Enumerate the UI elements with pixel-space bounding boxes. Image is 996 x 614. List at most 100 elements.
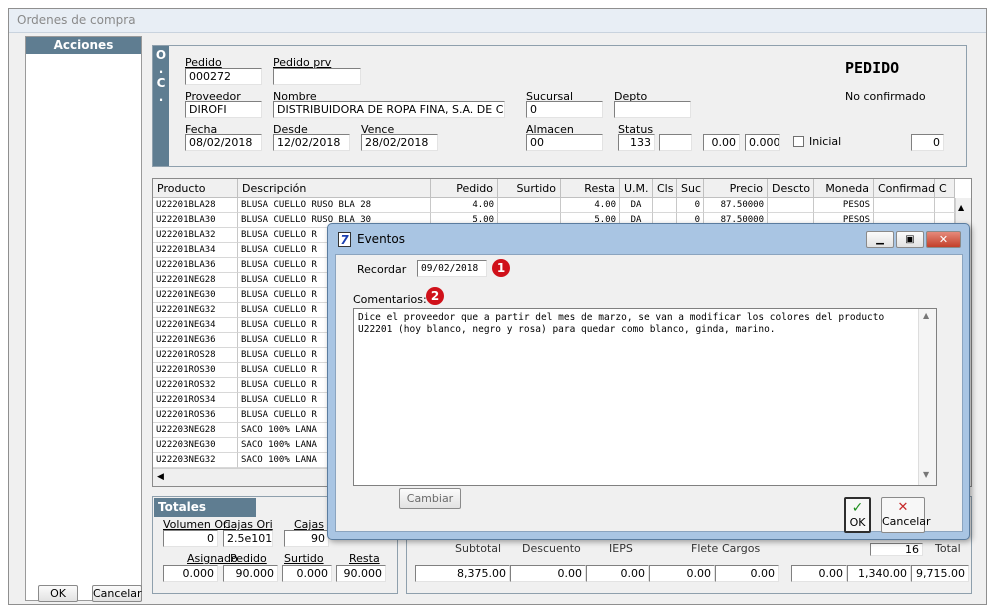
cajas-ori-field[interactable]: 2.5e101 xyxy=(223,530,273,547)
cell-producto: U22201BLA36 xyxy=(153,258,238,273)
oc-letter-o: O xyxy=(155,48,167,62)
ok-button[interactable]: OK xyxy=(38,585,78,602)
actions-title: Acciones xyxy=(26,37,141,54)
cargos-field[interactable]: 0.00 xyxy=(715,565,779,582)
dialog-app-icon: 7 xyxy=(338,232,351,247)
close-button[interactable]: ✕ xyxy=(926,231,961,248)
col-producto[interactable]: Producto xyxy=(153,179,238,198)
total-field[interactable]: 9,715.00 xyxy=(911,565,969,582)
col-precio[interactable]: Precio xyxy=(704,179,768,198)
cell-producto: U22201BLA32 xyxy=(153,228,238,243)
nombre-field[interactable]: DISTRIBUIDORA DE ROPA FINA, S.A. DE C.V xyxy=(273,101,505,118)
cell-surtido xyxy=(498,198,561,213)
cell-producto: U22201ROS30 xyxy=(153,363,238,378)
col-cls[interactable]: Cls xyxy=(653,179,677,198)
cell-producto: U22201ROS34 xyxy=(153,393,238,408)
inicial-count-field[interactable]: 0 xyxy=(911,134,944,151)
comment-text: Dice el proveedor que a partir del mes d… xyxy=(358,312,885,335)
cell-producto: U22201BLA34 xyxy=(153,243,238,258)
cell-producto: U22201NEG30 xyxy=(153,288,238,303)
iva-field[interactable]: 1,340.00 xyxy=(847,565,911,582)
col-confirmado[interactable]: Confirmado xyxy=(874,179,935,198)
asignado-field[interactable]: 0.000 xyxy=(163,565,218,582)
col-c[interactable]: C xyxy=(935,179,955,198)
surtido-total-field[interactable]: 0.000 xyxy=(282,565,332,582)
ieps-field[interactable]: 0.00 xyxy=(586,565,649,582)
vence-field[interactable]: 28/02/2018 xyxy=(361,134,438,151)
almacen-field[interactable]: 00 xyxy=(526,134,603,151)
resta-total-field[interactable]: 90.000 xyxy=(336,565,386,582)
descuento-field[interactable]: 0.00 xyxy=(510,565,586,582)
inicial-label: Inicial xyxy=(809,135,842,148)
badge-2: 2 xyxy=(426,287,444,305)
cell-producto: U22201ROS28 xyxy=(153,348,238,363)
subtotal-label: Subtotal xyxy=(455,542,502,555)
pedido-total-field[interactable]: 90.000 xyxy=(223,565,278,582)
sucursal-field[interactable]: 0 xyxy=(526,101,603,118)
cancel-button[interactable]: Cancelar xyxy=(92,585,142,602)
pedido-prv-field[interactable] xyxy=(273,68,361,85)
cell-suc: 0 xyxy=(677,198,704,213)
col-resta[interactable]: Resta xyxy=(561,179,620,198)
col-pedido[interactable]: Pedido xyxy=(431,179,498,198)
flete-field[interactable]: 0.00 xyxy=(649,565,715,582)
dialog-cancel-button[interactable]: ✕ Cancelar xyxy=(881,497,931,533)
iva-rate-field[interactable]: 16 xyxy=(870,543,923,556)
retencion-field[interactable]: 0.00 xyxy=(791,565,847,582)
cell-confirmado xyxy=(874,198,935,213)
cell-c xyxy=(935,198,955,213)
cell-producto: U22201BLA30 xyxy=(153,213,238,228)
col-moneda[interactable]: Moneda xyxy=(814,179,874,198)
totals-title: Totales xyxy=(154,498,256,517)
blank-field[interactable] xyxy=(659,134,692,151)
cell-precio: 87.50000 xyxy=(704,198,768,213)
scroll-up-icon[interactable]: ▲ xyxy=(923,311,929,320)
depto-field[interactable] xyxy=(614,101,691,118)
minimize-button[interactable]: ▁ xyxy=(866,231,894,248)
pedido-field[interactable]: 000272 xyxy=(185,68,262,85)
comment-scrollbar[interactable]: ▲ ▼ xyxy=(918,309,936,485)
col-suc[interactable]: Suc xyxy=(677,179,704,198)
col-descripcion[interactable]: Descripción xyxy=(238,179,431,198)
dialog-ok-button[interactable]: ✓ OK xyxy=(844,497,871,533)
col-surtido[interactable]: Surtido xyxy=(498,179,561,198)
cell-um: DA xyxy=(620,198,653,213)
cell-producto: U22203NEG30 xyxy=(153,438,238,453)
cambiar-button[interactable]: Cambiar xyxy=(399,488,461,509)
status-field[interactable]: 133 xyxy=(618,134,655,151)
pedido-total-label: Pedido xyxy=(230,552,267,565)
dialog-title: Eventos xyxy=(357,232,405,246)
inicial-checkbox[interactable] xyxy=(793,136,804,147)
scroll-down-icon[interactable]: ▼ xyxy=(923,470,929,479)
recordar-field[interactable]: 09/02/2018 xyxy=(417,260,487,277)
window-title: Ordenes de compra xyxy=(9,9,986,33)
cajas-field[interactable]: 90 xyxy=(284,530,329,547)
cargos-label: Cargos xyxy=(722,542,761,555)
desde-field[interactable]: 12/02/2018 xyxy=(273,134,350,151)
scroll-left-icon[interactable]: ◀ xyxy=(157,472,164,482)
proveedor-field[interactable]: DIROFI xyxy=(185,101,262,118)
comentarios-textarea[interactable]: Dice el proveedor que a partir del mes d… xyxy=(353,308,937,486)
maximize-button[interactable]: ▣ xyxy=(896,231,924,248)
scroll-up-icon[interactable]: ▲ xyxy=(958,203,964,212)
page-heading: PEDIDO xyxy=(845,59,900,77)
recordar-label: Recordar xyxy=(357,263,407,276)
col-um[interactable]: U.M. xyxy=(620,179,653,198)
fecha-field[interactable]: 08/02/2018 xyxy=(185,134,262,151)
amount-field-2[interactable]: 0.000 xyxy=(745,134,780,151)
surtido-total-label: Surtido xyxy=(284,552,324,565)
cell-producto: U22201NEG28 xyxy=(153,273,238,288)
x-icon: ✕ xyxy=(897,500,909,515)
cell-producto: U22203NEG28 xyxy=(153,423,238,438)
table-row[interactable]: U22201BLA28 BLUSA CUELLO RUSO BLA 28 4.00 4… xyxy=(153,198,955,213)
ieps-label: IEPS xyxy=(609,542,633,555)
eventos-dialog: 7 Eventos ▁ ▣ ✕ Recordar 09/02/2018 1 Co… xyxy=(327,223,970,540)
resta-total-label: Resta xyxy=(349,552,380,565)
comentarios-label: Comentarios: xyxy=(353,293,427,306)
cell-producto: U22201ROS32 xyxy=(153,378,238,393)
col-descto[interactable]: Descto xyxy=(768,179,814,198)
badge-1: 1 xyxy=(492,259,510,277)
subtotal-field[interactable]: 8,375.00 xyxy=(415,565,510,582)
amount-field-1[interactable]: 0.00 xyxy=(703,134,740,151)
volumen-ori-field[interactable]: 0 xyxy=(163,530,218,547)
